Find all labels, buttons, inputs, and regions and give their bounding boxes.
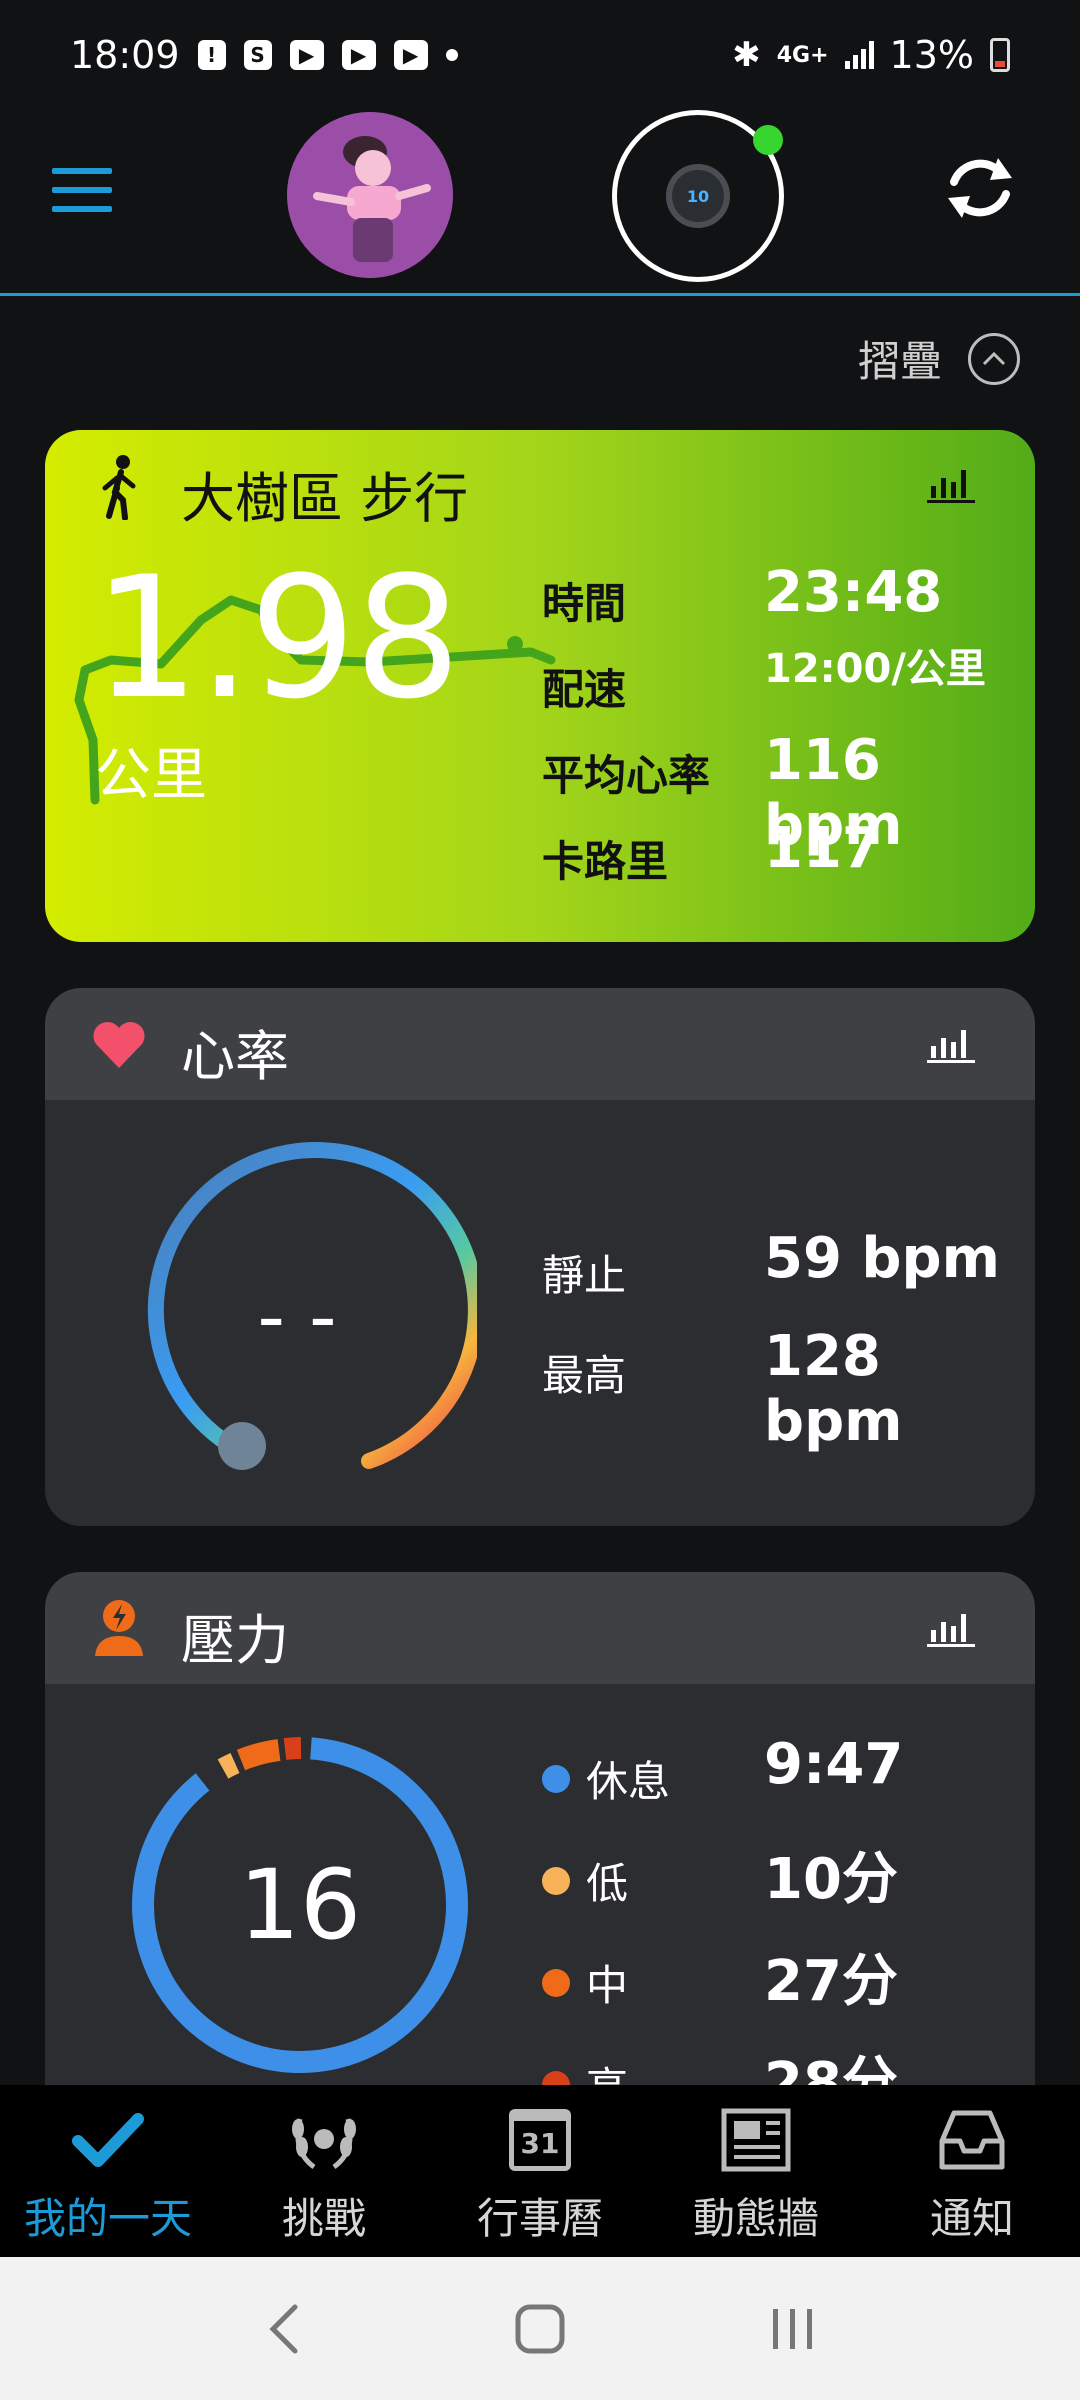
stat-pace-label: 配速 bbox=[542, 665, 627, 714]
newsfeed-icon bbox=[721, 2108, 791, 2172]
stat-time-value: 23:48 bbox=[764, 560, 943, 625]
device-watch[interactable]: 10 bbox=[612, 110, 784, 282]
max-hr-label: 最高 bbox=[542, 1351, 627, 1400]
resting-hr-value: 59 bpm bbox=[764, 1226, 1000, 1291]
walking-icon bbox=[102, 455, 136, 520]
alert-icon: ! bbox=[197, 40, 226, 70]
stress-card-header: 壓力 bbox=[45, 1572, 1035, 1684]
home-icon[interactable] bbox=[500, 2289, 580, 2369]
stress-card[interactable]: 壓力 16 休息 9:47 低 10分 中 27分 高 28分 bbox=[45, 1572, 1035, 2132]
connection-status-dot bbox=[753, 125, 783, 155]
youtube-icon: ▶ bbox=[341, 40, 376, 70]
more-notifications-icon bbox=[445, 49, 458, 61]
stress-score: 16 bbox=[238, 1849, 362, 1961]
stat-calories-value: 117 bbox=[764, 816, 881, 881]
youtube-icon: ▶ bbox=[393, 40, 428, 70]
resting-hr-label: 靜止 bbox=[542, 1251, 627, 1300]
heart-rate-card[interactable]: 心率 - - 靜止 59 bpm 最高 128 bpm bbox=[45, 988, 1035, 1526]
sync-icon[interactable] bbox=[940, 148, 1020, 228]
collapse-label: 摺疊 bbox=[857, 337, 942, 386]
tab-calendar-label: 行事曆 bbox=[476, 2194, 603, 2243]
collapse-button[interactable]: 摺疊 bbox=[858, 328, 1020, 389]
stress-rest-row: 休息 bbox=[542, 1748, 670, 1809]
activity-card[interactable]: 大樹區 步行 1.98 公里 時間 23:48 配速 12:00/公里 平均心率… bbox=[45, 430, 1035, 942]
stress-low-row: 低 bbox=[542, 1850, 628, 1911]
bluetooth-icon: ✱ bbox=[732, 35, 761, 75]
legend-dot bbox=[542, 1866, 570, 1895]
stat-time-label: 時間 bbox=[542, 579, 627, 628]
chevron-up-icon bbox=[968, 332, 1020, 385]
system-nav bbox=[0, 2257, 1080, 2400]
heart-rate-current: - - bbox=[257, 1271, 337, 1361]
stress-title: 壓力 bbox=[181, 1609, 289, 1672]
legend-dot bbox=[542, 1968, 570, 1997]
youtube-icon: ▶ bbox=[289, 40, 324, 70]
status-time: 18:09 bbox=[70, 33, 180, 77]
stress-medium-row: 中 bbox=[542, 1952, 628, 2013]
tab-newsfeed-label: 動態牆 bbox=[692, 2194, 819, 2243]
inbox-icon bbox=[939, 2110, 1005, 2170]
tab-challenges[interactable]: 挑戰 bbox=[216, 2085, 432, 2257]
heart-icon bbox=[93, 1021, 145, 1068]
tab-my-day[interactable]: 我的一天 bbox=[0, 2085, 216, 2257]
network-type: 4G+ bbox=[776, 42, 829, 68]
shopping-icon: S bbox=[243, 40, 272, 70]
battery-percent: 13% bbox=[889, 33, 974, 77]
stress-icon bbox=[95, 1600, 143, 1656]
battery-icon bbox=[990, 38, 1010, 72]
distance-unit: 公里 bbox=[95, 743, 207, 808]
stress-medium-value: 27分 bbox=[764, 1949, 898, 2014]
watch-icon: 10 bbox=[666, 164, 730, 228]
bar-chart-icon[interactable] bbox=[927, 1608, 977, 1648]
tab-newsfeed[interactable]: 動態牆 bbox=[648, 2085, 864, 2257]
hamburger-icon[interactable] bbox=[52, 168, 112, 212]
stat-calories-label: 卡路里 bbox=[542, 837, 669, 886]
bar-chart-icon[interactable] bbox=[927, 1024, 977, 1064]
bottom-nav: 我的一天 挑戰 31 行事曆 動態牆 通知 bbox=[0, 2085, 1080, 2257]
tab-challenges-label: 挑戰 bbox=[281, 2194, 366, 2243]
tab-calendar[interactable]: 31 行事曆 bbox=[432, 2085, 648, 2257]
stat-pace-value: 12:00/公里 bbox=[764, 646, 986, 692]
activity-title: 大樹區 步行 bbox=[181, 467, 469, 530]
legend-dot bbox=[542, 1764, 570, 1793]
signal-icon bbox=[844, 41, 874, 69]
tab-my-day-label: 我的一天 bbox=[23, 2194, 192, 2243]
status-bar: 18:09 ! S ▶ ▶ ▶ ✱ 4G+ 13% bbox=[0, 0, 1080, 110]
distance-value: 1.98 bbox=[93, 540, 461, 736]
stat-avg-hr-label: 平均心率 bbox=[542, 751, 711, 800]
app-header: 10 bbox=[0, 110, 1080, 296]
back-icon[interactable] bbox=[247, 2289, 327, 2369]
avatar[interactable] bbox=[287, 112, 453, 278]
recents-icon[interactable] bbox=[753, 2289, 833, 2369]
stress-rest-value: 9:47 bbox=[764, 1732, 904, 1797]
stress-low-value: 10分 bbox=[764, 1847, 898, 1912]
tab-notifications-label: 通知 bbox=[929, 2194, 1014, 2243]
tab-notifications[interactable]: 通知 bbox=[864, 2085, 1080, 2257]
max-hr-value: 128 bpm bbox=[764, 1324, 903, 1454]
laurel-icon bbox=[292, 2118, 356, 2170]
heart-rate-title: 心率 bbox=[181, 1025, 289, 1088]
heart-rate-card-header: 心率 bbox=[45, 988, 1035, 1100]
checkmark-icon bbox=[72, 2113, 144, 2167]
calendar-icon: 31 bbox=[500, 2105, 580, 2175]
bar-chart-icon[interactable] bbox=[927, 464, 977, 504]
